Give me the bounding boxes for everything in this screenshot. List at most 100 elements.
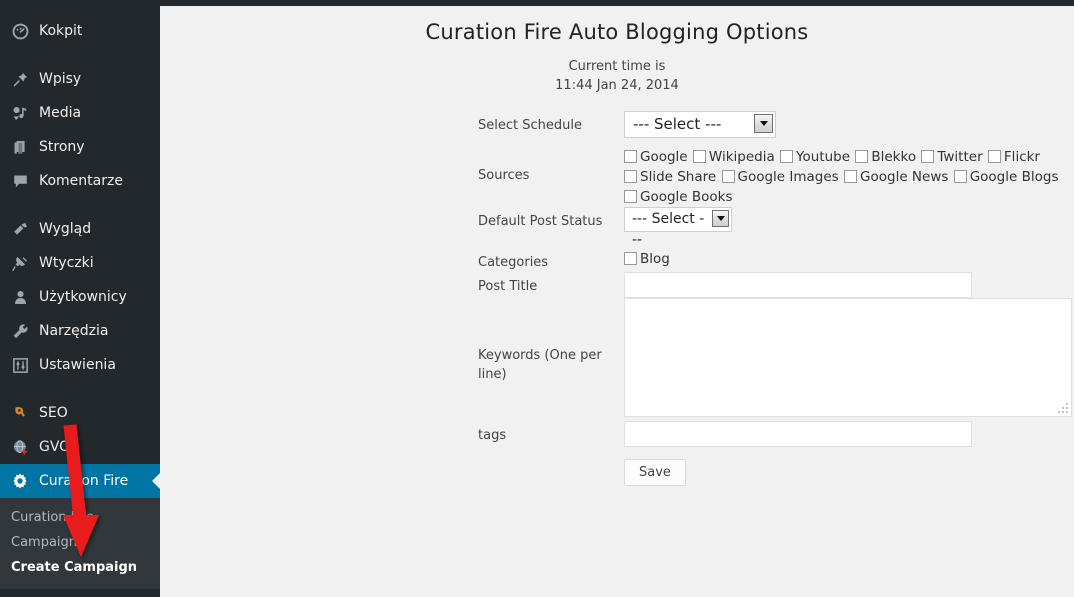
admin-sidebar: Kokpit Wpisy Media Strony Komentarze Wyg… (0, 0, 161, 597)
appearance-brush-icon (9, 219, 31, 239)
comment-icon (9, 171, 31, 191)
current-time-label: Current time is (568, 59, 666, 74)
source-slide-share[interactable]: Slide Share (624, 169, 716, 185)
sidebar-group-plugins: SEO GVO Curation Fire Curation Fire Camp… (0, 396, 161, 589)
sidebar-item-komentarze[interactable]: Komentarze (0, 164, 160, 198)
sidebar-item-label: Użytkownicy (39, 289, 127, 305)
select-schedule[interactable]: --- Select --- (624, 111, 776, 138)
sidebar-item-wyglad[interactable]: Wygląd (0, 212, 160, 246)
sidebar-item-wpisy[interactable]: Wpisy (0, 62, 160, 96)
sidebar-item-label: Ustawienia (39, 357, 116, 373)
checkbox-youtube[interactable] (780, 150, 794, 163)
tags-input[interactable] (624, 421, 972, 447)
keywords-textarea[interactable] (624, 298, 1072, 417)
sidebar-item-ustawienia[interactable]: Ustawienia (0, 348, 160, 382)
dashboard-icon (9, 21, 31, 41)
sidebar-item-seo[interactable]: SEO (0, 396, 160, 430)
source-youtube[interactable]: Youtube (780, 149, 850, 165)
source-google[interactable]: Google (624, 149, 688, 165)
users-icon (9, 287, 31, 307)
pin-icon (9, 69, 31, 89)
source-flickr[interactable]: Flickr (987, 149, 1040, 165)
checkbox-google-news[interactable] (844, 170, 858, 183)
sidebar-item-label: Wtyczki (39, 255, 94, 271)
checkbox-google[interactable] (624, 150, 637, 163)
source-google-images[interactable]: Google Images (721, 169, 839, 185)
sidebar-item-narzedzia[interactable]: Narzędzia (0, 314, 160, 348)
sidebar-item-label: GVO (39, 439, 71, 455)
save-button-wrap: Save (624, 447, 1074, 486)
checkbox-google-blogs[interactable] (953, 170, 967, 183)
category-label: Blog (640, 251, 670, 267)
checkbox-slide-share[interactable] (624, 170, 637, 183)
post-title-input[interactable] (624, 272, 972, 298)
checkbox-google-books[interactable] (624, 190, 637, 203)
admin-bar-strip (160, 0, 1074, 6)
sidebar-item-label: Wpisy (39, 71, 82, 87)
checkbox-wikipedia[interactable] (692, 150, 706, 163)
sidebar-group-content: Wpisy Media Strony Komentarze (0, 62, 160, 198)
sidebar-item-uzytkownicy[interactable]: Użytkownicy (0, 280, 160, 314)
main-content: Curation Fire Auto Blogging Options Curr… (160, 0, 1074, 597)
checkbox-twitter[interactable] (921, 150, 935, 163)
sidebar-item-gvo[interactable]: GVO (0, 430, 160, 464)
resize-grip-icon[interactable] (1057, 402, 1068, 413)
form-row-keywords: Keywords (One per line) (160, 298, 1074, 421)
page-title: Curation Fire Auto Blogging Options (425, 20, 809, 44)
plugins-plug-icon (9, 253, 31, 273)
source-label: Google Images (737, 169, 839, 185)
form-row-post-title: Post Title (160, 272, 1074, 298)
sources-checkbox-group: Google Wikipedia Youtube Blekko Twitter … (624, 144, 1069, 207)
category-blog[interactable]: Blog (624, 251, 670, 267)
checkbox-flickr[interactable] (987, 150, 1001, 163)
save-button[interactable]: Save (624, 459, 686, 486)
chevron-down-icon[interactable] (754, 114, 773, 133)
form-row-categories: Categories Blog (160, 248, 1074, 272)
checkbox-blog[interactable] (624, 252, 637, 265)
form-row-schedule: Select Schedule --- Select --- (160, 111, 1074, 138)
gvo-globe-icon (9, 437, 31, 457)
sidebar-item-label: SEO (39, 405, 68, 421)
sidebar-item-kokpit[interactable]: Kokpit (0, 14, 160, 48)
current-time-block: Current time is 11:44 Jan 24, 2014 (160, 57, 1074, 95)
sidebar-item-curation-fire[interactable]: Curation Fire (0, 464, 161, 498)
sidebar-item-label: Narzędzia (39, 323, 109, 339)
sidebar-item-wtyczki[interactable]: Wtyczki (0, 246, 160, 280)
checkbox-blekko[interactable] (855, 150, 869, 163)
sidebar-item-label: Media (39, 105, 82, 121)
keywords-textarea-wrap (624, 298, 1072, 417)
source-label: Twitter (937, 149, 983, 165)
form-row-tags: tags Save (160, 421, 1074, 486)
campaign-form: Select Schedule --- Select --- Sources G… (160, 111, 1074, 486)
sidebar-gap-1 (0, 48, 160, 62)
tools-wrench-icon (9, 321, 31, 341)
settings-sliders-icon (9, 355, 31, 375)
sidebar-item-label: Komentarze (39, 173, 123, 189)
source-google-blogs[interactable]: Google Blogs (953, 169, 1058, 185)
sidebar-item-strony[interactable]: Strony (0, 130, 160, 164)
categories-checkbox-group: Blog (624, 248, 1074, 267)
checkbox-google-images[interactable] (721, 170, 735, 183)
source-google-books[interactable]: Google Books (624, 189, 733, 205)
sidebar-item-media[interactable]: Media (0, 96, 160, 130)
source-wikipedia[interactable]: Wikipedia (692, 149, 775, 165)
select-post-status[interactable]: --- Select --- (624, 207, 732, 248)
current-time-value: 11:44 Jan 24, 2014 (555, 78, 679, 93)
wordpress-admin-screen: Kokpit Wpisy Media Strony Komentarze Wyg… (0, 0, 1074, 597)
source-twitter[interactable]: Twitter (921, 149, 983, 165)
source-google-news[interactable]: Google News (844, 169, 948, 185)
sidebar-gap-3 (0, 382, 160, 396)
source-label: Google News (860, 169, 949, 185)
submenu-item-campaigns[interactable]: Campaigns (0, 530, 160, 555)
submenu-item-curation-fire[interactable]: Curation Fire (0, 505, 160, 530)
source-label: Slide Share (640, 169, 717, 185)
source-blekko[interactable]: Blekko (855, 149, 916, 165)
submenu-item-create-campaign[interactable]: Create Campaign (0, 555, 160, 580)
pages-icon (9, 137, 31, 157)
sidebar-item-label: Wygląd (39, 221, 92, 237)
sidebar-gap-2 (0, 198, 160, 212)
media-icon (9, 103, 31, 123)
submenu-curation-fire: Curation Fire Campaigns Create Campaign (0, 498, 160, 589)
chevron-down-icon[interactable] (712, 210, 729, 227)
sidebar-item-label: Kokpit (39, 23, 83, 39)
